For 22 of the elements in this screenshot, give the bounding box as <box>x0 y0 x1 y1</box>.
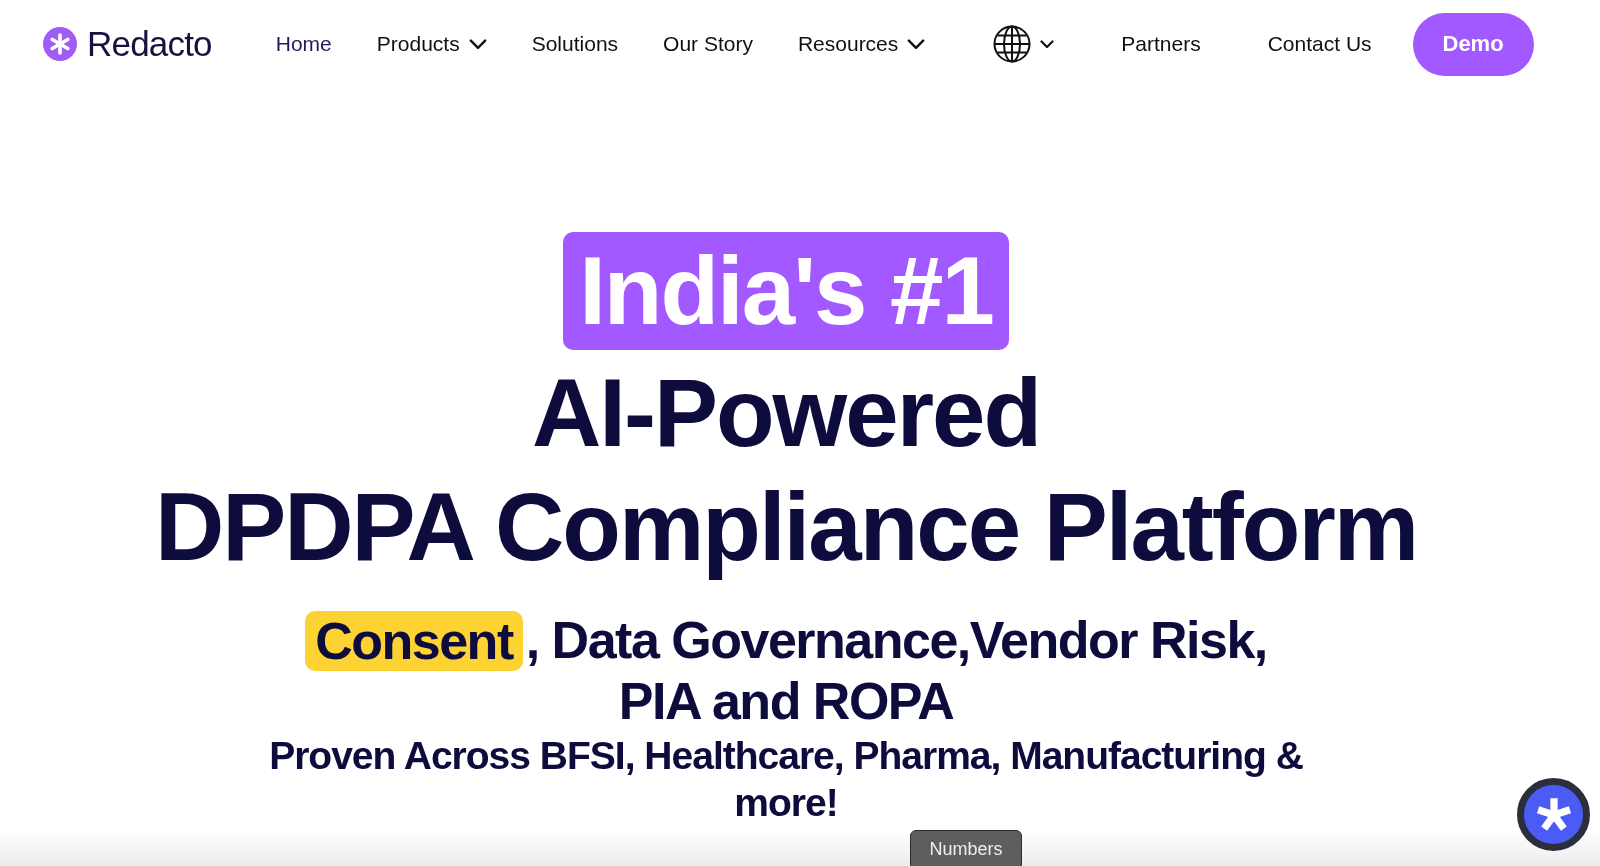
brand-name[interactable]: Redacto <box>87 24 212 64</box>
nav-link[interactable]: Partners <box>1121 30 1201 58</box>
subtitle-text: PIA and ROPA <box>618 671 954 732</box>
demo-button[interactable]: Demo <box>1412 12 1534 76</box>
highlighted-keyword: Consent <box>305 610 523 671</box>
hero-title: DPDPA Compliance Platform <box>154 472 1418 582</box>
chevron-down-icon <box>907 38 926 50</box>
subtitle-text: , Data Governance,Vendor Risk, <box>525 610 1267 671</box>
tooltip: Numbers <box>910 830 1022 866</box>
hero-badge: India's #1 <box>563 232 1009 350</box>
hero-title: AI-Powered <box>531 358 1041 468</box>
nav-link[interactable]: Products <box>376 30 487 58</box>
nav-link[interactable]: Contact Us <box>1267 30 1372 58</box>
globe-icon[interactable] <box>993 25 1032 63</box>
nav-link[interactable]: Resources <box>797 30 926 58</box>
chevron-down-icon[interactable] <box>1040 39 1055 49</box>
nav-link[interactable]: Our Story <box>663 30 753 58</box>
nav-link[interactable]: Home <box>275 30 332 58</box>
chevron-down-icon <box>468 38 487 50</box>
tagline: Proven Across BFSI, Healthcare, Pharma, Manufacturing & more! <box>268 733 1304 826</box>
nav-link[interactable]: Solutions <box>531 30 619 58</box>
logo-icon[interactable] <box>43 27 77 61</box>
